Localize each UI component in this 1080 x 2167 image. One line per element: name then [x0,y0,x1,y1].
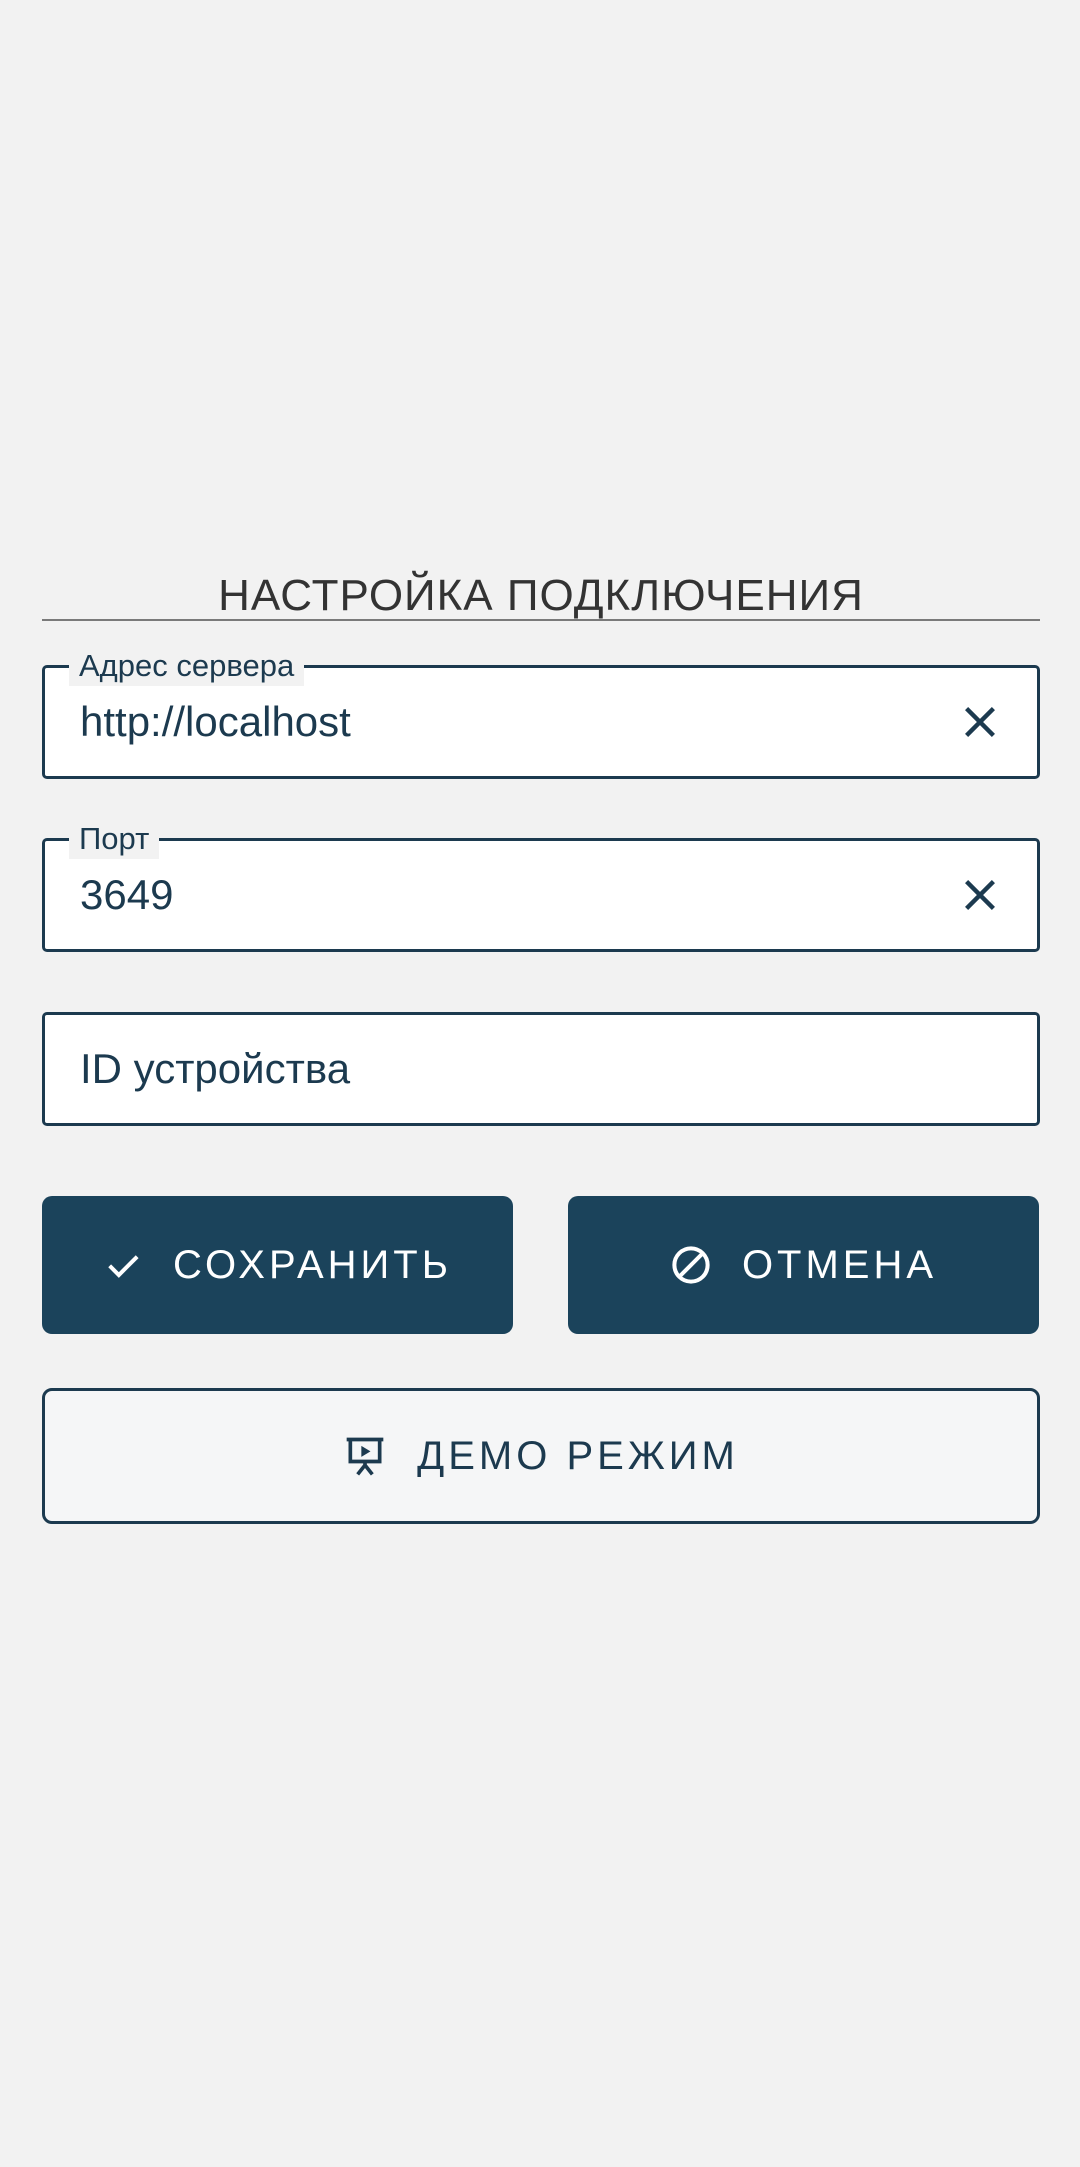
cancel-button[interactable]: ОТМЕНА [568,1196,1039,1334]
cancel-button-label: ОТМЕНА [741,1242,938,1287]
demo-mode-button[interactable]: ДЕМО РЕЖИМ [42,1388,1040,1524]
server-address-clear-button[interactable] [957,699,1003,745]
device-id-field[interactable] [42,1012,1040,1126]
section-divider [42,619,1040,621]
save-button[interactable]: СОХРАНИТЬ [42,1196,513,1334]
device-id-input[interactable] [80,1015,900,1123]
check-icon [103,1245,143,1285]
presentation-icon [343,1434,387,1478]
port-field[interactable]: Порт [42,819,1040,952]
close-icon [965,880,995,910]
port-clear-button[interactable] [957,872,1003,918]
connection-settings-screen: НАСТРОЙКА ПОДКЛЮЧЕНИЯ Адрес сервера Порт [0,0,1080,2167]
block-icon [670,1244,712,1286]
save-button-label: СОХРАНИТЬ [172,1242,452,1287]
server-address-field[interactable]: Адрес сервера [42,646,1040,779]
port-input[interactable] [80,841,900,949]
demo-mode-button-label: ДЕМО РЕЖИМ [417,1433,739,1478]
close-icon [965,707,995,737]
server-address-input[interactable] [80,668,900,776]
section-title: НАСТРОЙКА ПОДКЛЮЧЕНИЯ [218,571,864,620]
